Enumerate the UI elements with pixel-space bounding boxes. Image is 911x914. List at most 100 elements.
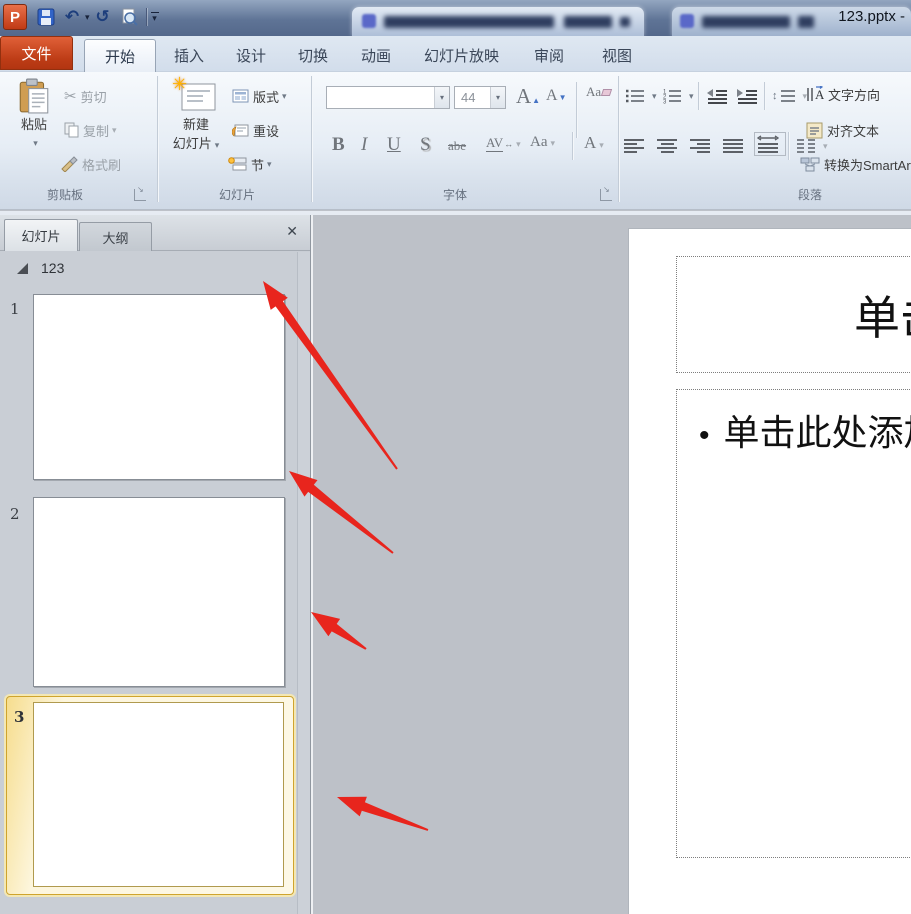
small-separator	[572, 132, 573, 160]
print-preview-button[interactable]	[116, 4, 142, 30]
save-button[interactable]	[33, 4, 59, 30]
decrease-indent-button[interactable]	[706, 84, 732, 108]
align-right-icon	[689, 138, 711, 154]
text-shadow-button[interactable]: S	[420, 134, 431, 156]
small-separator	[788, 132, 789, 160]
format-painter-icon	[60, 156, 78, 172]
qat-separator	[146, 8, 147, 26]
convert-smartart-button[interactable]: 转换为SmartArt	[800, 152, 911, 176]
content-placeholder-text: 单击此处添加文本	[724, 404, 911, 456]
slides-panel: 幻灯片 大纲 ✕ 123 1 2 3	[0, 215, 312, 914]
tab-slideshow[interactable]: 幻灯片放映	[410, 39, 513, 72]
font-color-button[interactable]: A	[584, 133, 604, 153]
slide-thumbnail-2[interactable]	[33, 497, 285, 687]
text-direction-button[interactable]: A 文字方向	[806, 82, 911, 106]
numbering-button[interactable]: 123	[662, 84, 694, 108]
justify-button[interactable]	[722, 134, 748, 158]
background-browser-tab[interactable]	[352, 7, 644, 36]
powerpoint-logo-icon[interactable]: P	[3, 4, 27, 30]
section-name: 123	[41, 260, 64, 276]
layout-button[interactable]: 版式	[232, 84, 287, 108]
section-icon	[228, 156, 247, 172]
align-text-button[interactable]: 对齐文本	[806, 118, 911, 142]
redo-button[interactable]: ↺	[90, 4, 116, 30]
distribute-text-button[interactable]	[754, 132, 786, 156]
reset-button[interactable]: 重设	[232, 118, 279, 142]
line-spacing-arrow-icon: ↕	[772, 90, 778, 102]
red-arrow-annotation	[311, 612, 367, 650]
align-left-icon	[623, 138, 645, 154]
tab-design[interactable]: 设计	[222, 39, 280, 72]
panel-divider[interactable]	[310, 215, 311, 914]
section-header[interactable]: 123	[0, 252, 296, 284]
tab-slides-panel[interactable]: 幻灯片	[4, 219, 78, 251]
new-slide-label-line1: 新建	[183, 117, 209, 133]
font-dialog-launcher[interactable]	[600, 189, 612, 201]
font-size-dropdown[interactable]: ▾	[490, 87, 505, 108]
blurred-tab-text	[564, 16, 612, 28]
align-left-button[interactable]	[623, 134, 649, 158]
title-bar: 123.pptx - P ↶ ▾ ↺ ▾	[0, 0, 911, 36]
tab-view[interactable]: 视图	[588, 39, 646, 72]
slide-thumbnail-3[interactable]	[33, 702, 284, 887]
title-placeholder-text: 单击此处添加标题	[854, 282, 911, 348]
slide-thumbnail-1[interactable]	[33, 294, 285, 480]
copy-button[interactable]: 复制	[64, 118, 117, 142]
panel-scrollbar[interactable]	[297, 252, 310, 914]
change-case-button[interactable]: Aa	[530, 134, 555, 151]
clipboard-group-label: 剪贴板	[10, 186, 120, 206]
paste-button[interactable]: 粘贴	[8, 78, 60, 182]
tab-insert[interactable]: 插入	[160, 39, 218, 72]
paste-dropdown[interactable]	[30, 133, 38, 151]
paragraph-group-label: 段落	[755, 186, 865, 206]
line-spacing-button[interactable]: ↕	[772, 84, 807, 108]
align-right-button[interactable]	[689, 134, 715, 158]
panel-close-button[interactable]: ✕	[286, 223, 298, 240]
tab-animations[interactable]: 动画	[347, 39, 405, 72]
new-slide-button[interactable]: ✳ 新建 幻灯片	[166, 78, 226, 182]
content-placeholder[interactable]: • 单击此处添加文本	[676, 389, 911, 858]
title-placeholder[interactable]: 单击此处添加标题	[676, 256, 911, 373]
bullets-button[interactable]	[625, 84, 657, 108]
font-name-combobox[interactable]: ▾	[326, 86, 450, 109]
format-painter-button[interactable]: 格式刷	[60, 152, 121, 176]
shrink-font-button[interactable]: A▼	[546, 87, 566, 105]
blurred-tab-text	[384, 16, 554, 28]
character-spacing-button[interactable]: AV ↔	[486, 135, 521, 152]
slide-number: 2	[10, 505, 20, 523]
tab-home[interactable]: 开始	[84, 39, 156, 72]
align-center-icon	[656, 138, 678, 154]
increase-indent-button[interactable]	[736, 84, 762, 108]
undo-button[interactable]: ↶	[59, 4, 85, 30]
font-size-combobox[interactable]: 44 ▾	[454, 86, 506, 109]
tab-file[interactable]: 文件	[0, 36, 73, 70]
content-placeholder-line: • 单击此处添加文本	[699, 404, 911, 456]
new-slide-icon: ✳	[174, 78, 218, 114]
customize-qat-button[interactable]: ▾	[151, 12, 159, 23]
slide-canvas[interactable]: 单击此处添加标题 • 单击此处添加文本	[628, 228, 911, 914]
clear-formatting-button[interactable]: Aa	[586, 84, 611, 100]
font-name-dropdown[interactable]: ▾	[434, 87, 449, 108]
bold-button[interactable]: B	[332, 134, 345, 156]
panel-tab-bar: 幻灯片 大纲 ✕	[0, 215, 312, 251]
section-button[interactable]: 节	[228, 152, 272, 176]
window-title: 123.pptx -	[838, 8, 905, 25]
tab-outline-panel[interactable]: 大纲	[79, 222, 152, 251]
cut-button[interactable]: ✂ 剪切	[64, 84, 107, 108]
clipboard-dialog-launcher[interactable]	[134, 189, 146, 201]
cut-icon: ✂	[64, 87, 77, 105]
distribute-text-icon	[757, 135, 779, 153]
underline-button[interactable]: U	[387, 134, 401, 156]
section-collapse-icon[interactable]	[16, 262, 29, 275]
browser-tab-favicon	[362, 14, 376, 28]
align-center-button[interactable]	[656, 134, 682, 158]
tab-review[interactable]: 审阅	[520, 39, 578, 72]
grow-font-button[interactable]: A▲	[516, 84, 540, 109]
tab-transitions[interactable]: 切换	[284, 39, 342, 72]
font-size-value: 44	[455, 90, 475, 105]
italic-button[interactable]: I	[361, 134, 367, 156]
slide-number: 3	[14, 708, 24, 726]
strikethrough-button[interactable]: abe	[448, 138, 466, 154]
powerpoint-window: 123.pptx - P ↶ ▾ ↺ ▾	[0, 0, 911, 914]
ribbon-tab-row: 文件 开始 插入 设计 切换 动画 幻灯片放映 审阅 视图	[0, 36, 911, 72]
